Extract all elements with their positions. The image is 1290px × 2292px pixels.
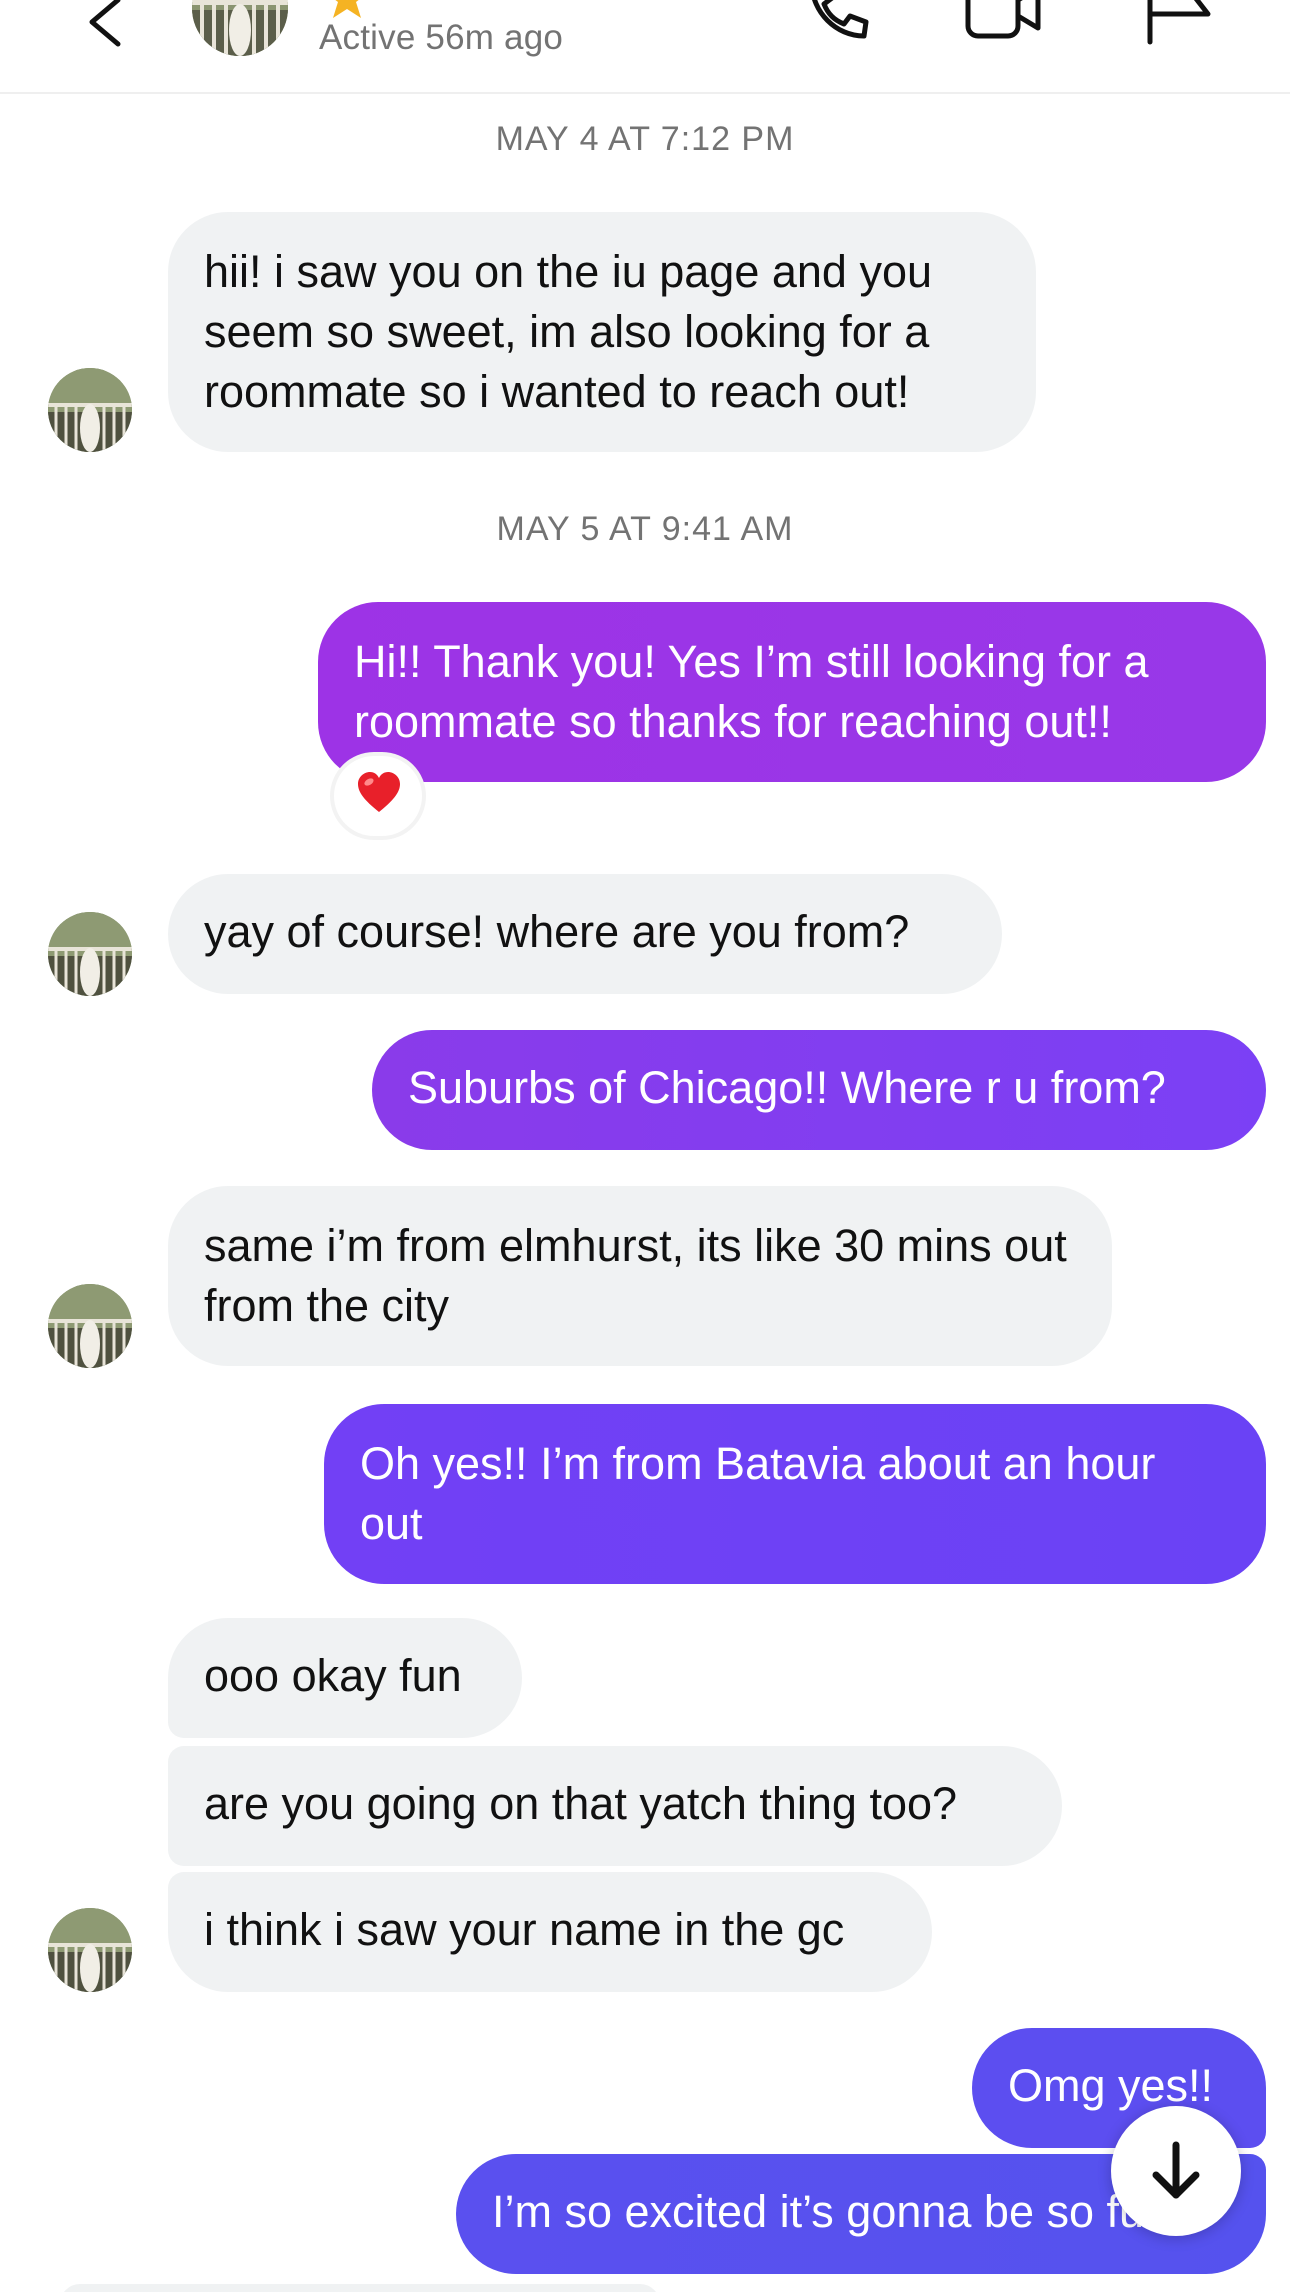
phone-icon[interactable] [796, 0, 876, 50]
active-status: Active 56m ago [319, 18, 564, 57]
avatar[interactable] [48, 1908, 132, 1992]
arrow-down-icon [1152, 2141, 1200, 2199]
timestamp: MAY 5 AT 9:41 AM [496, 510, 794, 548]
heart-reaction-icon[interactable] [334, 756, 422, 836]
scroll-down-button[interactable] [1111, 2106, 1241, 2236]
sent-message[interactable]: Suburbs of Chicago!! Where r u from? [372, 1030, 1266, 1150]
received-message[interactable]: i think i saw your name in the gc [168, 1872, 932, 1992]
chat-screen: Active 56m ago MAY 4 AT 7:12 PM MAY 5 AT… [0, 0, 1290, 2292]
received-message[interactable]: are you going on that yatch thing too? [168, 1746, 1062, 1866]
flag-icon[interactable] [1138, 0, 1218, 50]
video-icon[interactable] [962, 0, 1042, 50]
received-message[interactable]: ooo okay fun [168, 1618, 522, 1738]
star-icon [324, 0, 370, 20]
sent-message[interactable]: Hi!! Thank you! Yes I’m still looking fo… [318, 602, 1266, 782]
avatar[interactable] [192, 0, 288, 56]
avatar[interactable] [48, 368, 132, 452]
chat-header: Active 56m ago [0, 0, 1290, 94]
received-message[interactable]: same i’m from elmhurst, its like 30 mins… [168, 1186, 1112, 1366]
avatar[interactable] [48, 912, 132, 996]
received-message[interactable]: hii! i saw you on the iu page and you se… [168, 212, 1036, 452]
avatar[interactable] [48, 1284, 132, 1368]
sent-message[interactable]: Oh yes!! I’m from Batavia about an hour … [324, 1404, 1266, 1584]
received-message-partial [60, 2284, 660, 2292]
back-arrow-icon[interactable] [80, 0, 130, 50]
timestamp: MAY 4 AT 7:12 PM [495, 120, 795, 158]
received-message[interactable]: yay of course! where are you from? [168, 874, 1002, 994]
